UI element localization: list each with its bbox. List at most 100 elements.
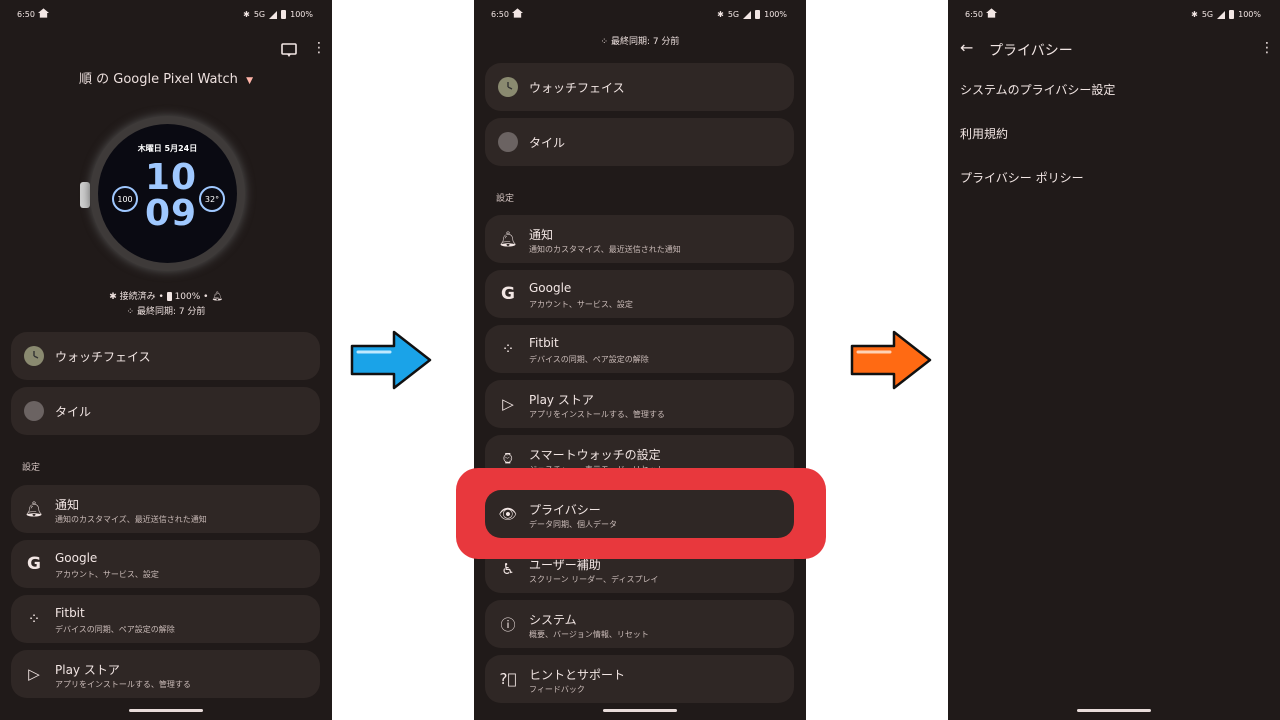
- setting-title: Fitbit: [529, 336, 559, 350]
- home-icon: [38, 8, 49, 18]
- tiles-icon: [24, 401, 44, 421]
- setting-notifications[interactable]: 🔔︎ 通知 通知のカスタマイズ、最近送信された通知: [485, 215, 794, 263]
- setting-title: Play ストア: [55, 663, 120, 677]
- setting-subtitle: 通知のカスタマイズ、最近送信された通知: [529, 245, 681, 254]
- setting-fitbit[interactable]: ⁘ Fitbit デバイスの同期、ペア設定の解除: [11, 595, 320, 643]
- watch-date: 木曜日 5月24日: [137, 144, 198, 153]
- settings-section-header: 設定: [496, 194, 515, 204]
- connection-status: ✱ 接続済み • 100% • 🔔︎: [109, 292, 223, 302]
- overflow-menu-icon[interactable]: ⋮: [312, 40, 326, 56]
- battery-icon: [755, 10, 761, 19]
- phone-screen-settings-scrolled: 6:50 ✱ 5G 100% ⁘ 最終同期: 7 分前 ウォッチフェイス タイル…: [474, 0, 806, 720]
- play-store-icon: ▷: [28, 665, 40, 683]
- gesture-bar[interactable]: [603, 709, 677, 712]
- card-title: ウォッチフェイス: [529, 81, 625, 95]
- fitbit-icon: ⁘: [27, 610, 41, 628]
- privacy-policy-item[interactable]: プライバシー ポリシー: [960, 169, 1084, 186]
- status-bar: 6:50 ✱ 5G 100%: [948, 0, 1280, 30]
- tiles-card[interactable]: タイル: [11, 387, 320, 435]
- setting-title: Fitbit: [55, 606, 85, 620]
- tiles-card[interactable]: タイル: [485, 118, 794, 166]
- sync-text: 最終同期: 7 分前: [136, 307, 206, 317]
- watch-crown: [80, 182, 90, 208]
- status-time: 6:50: [17, 10, 35, 19]
- watch-battery-complication: 100: [112, 186, 138, 212]
- watch-preview: 木曜日 5月24日 10 09 100 32°: [90, 116, 245, 271]
- overflow-menu-icon[interactable]: ⋮: [1260, 40, 1274, 56]
- setting-subtitle: アカウント、サービス、設定: [55, 570, 159, 579]
- signal-icon: [1217, 10, 1226, 19]
- page-title: プライバシー: [989, 43, 1073, 59]
- status-time: 6:50: [491, 10, 509, 19]
- sync-status: ⁘ 最終同期: 7 分前: [0, 304, 332, 317]
- back-arrow-icon[interactable]: ←: [960, 38, 973, 57]
- watch-face-icon: [498, 77, 518, 97]
- setting-subtitle: 通知のカスタマイズ、最近送信された通知: [55, 515, 207, 524]
- watch-temp-complication: 32°: [199, 186, 225, 212]
- home-icon: [512, 8, 523, 18]
- setting-google[interactable]: G Google アカウント、サービス、設定: [485, 270, 794, 318]
- card-title: タイル: [55, 405, 92, 419]
- gesture-bar[interactable]: [1077, 709, 1151, 712]
- watch-battery: 100%: [174, 292, 201, 302]
- dropdown-arrow-icon: ▼: [246, 76, 253, 86]
- bluetooth-icon: ✱: [717, 10, 724, 19]
- setting-play-store[interactable]: ▷ Play ストア アプリをインストールする、管理する: [11, 650, 320, 698]
- network-label: 5G: [253, 10, 266, 19]
- info-icon: ⓘ: [500, 615, 516, 634]
- setting-play-store[interactable]: ▷ Play ストア アプリをインストールする、管理する: [485, 380, 794, 428]
- cast-icon[interactable]: [281, 43, 297, 57]
- sync-text: 最終同期: 7 分前: [610, 37, 680, 47]
- gesture-bar[interactable]: [129, 709, 203, 712]
- watch-minute: 09: [145, 193, 198, 234]
- setting-fitbit[interactable]: ⁘ Fitbit デバイスの同期、ペア設定の解除: [485, 325, 794, 373]
- setting-title: スマートウォッチの設定: [529, 448, 661, 462]
- play-store-icon: ▷: [502, 395, 514, 413]
- watch-face-card[interactable]: ウォッチフェイス: [485, 63, 794, 111]
- terms-of-service-item[interactable]: 利用規約: [960, 125, 1008, 142]
- setting-subtitle: アプリをインストールする、管理する: [55, 680, 191, 689]
- device-selector[interactable]: 順 の Google Pixel Watch ▼: [0, 68, 332, 87]
- setting-subtitle: デバイスの同期、ペア設定の解除: [55, 625, 175, 634]
- battery-percent: 100%: [1238, 10, 1261, 19]
- signal-icon: [743, 10, 752, 19]
- bell-icon: 🔔︎: [498, 230, 518, 248]
- fitbit-dots-icon: ⁘: [600, 37, 611, 47]
- setting-subtitle: 概要、バージョン情報、リセット: [529, 630, 649, 639]
- setting-subtitle: デバイスの同期、ペア設定の解除: [529, 355, 649, 364]
- fitbit-icon: ⁘: [501, 340, 515, 358]
- setting-subtitle: アプリをインストールする、管理する: [529, 410, 665, 419]
- watch-face-card[interactable]: ウォッチフェイス: [11, 332, 320, 380]
- setting-google[interactable]: G Google アカウント、サービス、設定: [11, 540, 320, 588]
- status-time: 6:50: [965, 10, 983, 19]
- setting-title: プライバシー: [529, 503, 601, 517]
- setting-subtitle: スクリーン リーダー、ディスプレイ: [529, 575, 659, 584]
- setting-system[interactable]: ⓘ システム 概要、バージョン情報、リセット: [485, 600, 794, 648]
- bluetooth-icon: ✱: [109, 292, 120, 302]
- battery-icon: [281, 10, 287, 19]
- google-icon: G: [27, 554, 41, 574]
- battery-percent: 100%: [764, 10, 787, 19]
- connection-text: 接続済み: [119, 292, 156, 302]
- blue-arrow-icon: [350, 330, 432, 390]
- bluetooth-icon: ✱: [1191, 10, 1198, 19]
- system-privacy-settings-item[interactable]: システムのプライバシー設定: [960, 81, 1115, 98]
- sync-status: ⁘ 最終同期: 7 分前: [474, 34, 806, 47]
- setting-title: 通知: [529, 228, 554, 242]
- status-bar: 6:50 ✱ 5G 100%: [0, 0, 332, 30]
- setting-title: Google: [55, 551, 98, 565]
- network-label: 5G: [727, 10, 740, 19]
- watch-face-icon: [24, 346, 44, 366]
- bluetooth-icon: ✱: [243, 10, 250, 19]
- battery-percent: 100%: [290, 10, 313, 19]
- battery-icon: [1229, 10, 1235, 19]
- bell-icon: 🔔︎: [211, 292, 223, 302]
- setting-help[interactable]: ?⃝ ヒントとサポート フィードバック: [485, 655, 794, 703]
- setting-privacy[interactable]: 👁︎ プライバシー データ同期、個人データ: [485, 490, 794, 538]
- orange-arrow-icon: [850, 330, 932, 390]
- help-icon: ?⃝: [499, 670, 517, 688]
- smartwatch-icon: ⌚︎: [500, 450, 516, 468]
- device-name: 順 の Google Pixel Watch: [79, 72, 238, 87]
- tiles-icon: [498, 132, 518, 152]
- setting-notifications[interactable]: 🔔︎ 通知 通知のカスタマイズ、最近送信された通知: [11, 485, 320, 533]
